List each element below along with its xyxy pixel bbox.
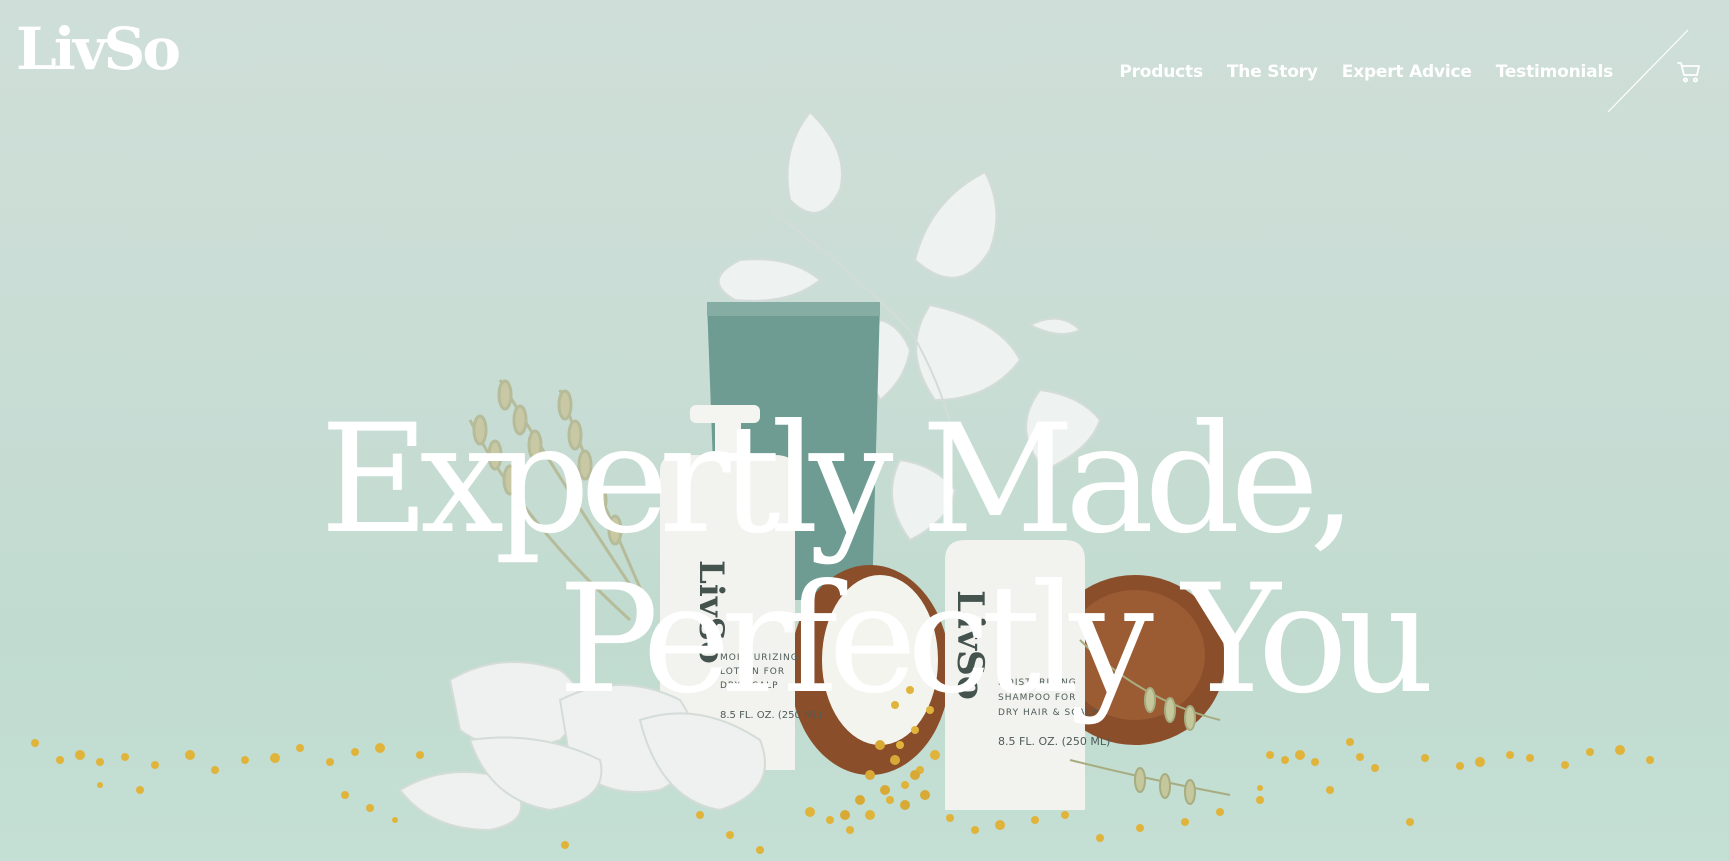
lotion-label-line3: DRY SCALP	[720, 681, 779, 691]
shampoo-label-line3: DRY HAIR & SCALP	[998, 708, 1098, 718]
brand-logo[interactable]: LivSo	[16, 20, 181, 78]
nav-link-the-story[interactable]: The Story	[1227, 62, 1318, 82]
nav-link-testimonials[interactable]: Testimonials	[1496, 62, 1613, 82]
hero-section: MOISTURIZING LOTION FOR DRY SCALP 8.5 FL…	[0, 0, 1729, 861]
shampoo-label-line2: SHAMPOO FOR	[998, 693, 1076, 703]
lotion-brand-label: LivSo	[691, 560, 731, 664]
nav-link-expert-advice[interactable]: Expert Advice	[1342, 62, 1472, 82]
lotion-label-volume: 8.5 FL. OZ. (250 ML)	[720, 710, 822, 721]
shampoo-label-line1: MOISTURIZING	[998, 678, 1077, 688]
hero-product-image: MOISTURIZING LOTION FOR DRY SCALP 8.5 FL…	[31, 110, 1654, 854]
shampoo-brand-label: LivSo	[949, 590, 991, 700]
main-nav: Products The Story Expert Advice Testimo…	[1119, 62, 1613, 82]
shampoo-label-volume: 8.5 FL. OZ. (250 ML)	[998, 735, 1110, 748]
lotion-label-line2: LOTION FOR	[720, 667, 785, 677]
cart-icon[interactable]	[1676, 60, 1702, 84]
nav-link-products[interactable]: Products	[1119, 62, 1203, 82]
